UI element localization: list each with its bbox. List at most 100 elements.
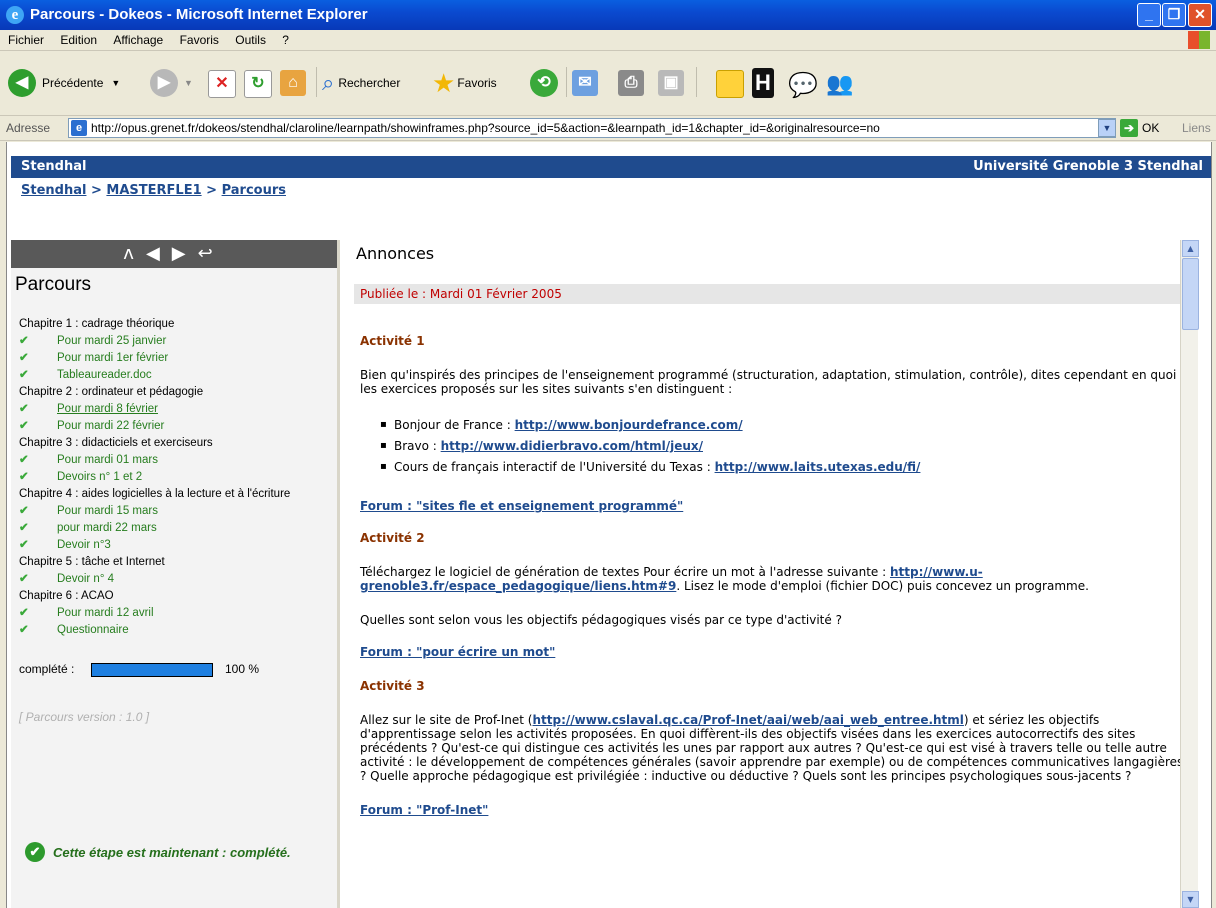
forward-dropdown-icon[interactable]: ▼ <box>184 78 193 88</box>
announcement-body: Activité 1 Bien qu'inspirés des principe… <box>360 334 1190 817</box>
links-label[interactable]: Liens <box>1182 121 1211 135</box>
checkmark-icon: ✔ <box>19 522 29 534</box>
history-icon[interactable]: ⟲ <box>530 69 558 97</box>
toc-item[interactable]: ✔ Pour mardi 8 février <box>19 401 334 418</box>
link-bonjourdefrance[interactable]: http://www.bonjourdefrance.com/ <box>515 418 743 432</box>
messenger-bubble-icon[interactable]: 💬 <box>788 71 818 100</box>
link-didierbravo[interactable]: http://www.didierbravo.com/html/jeux/ <box>441 439 703 453</box>
toc-item-label[interactable]: Questionnaire <box>57 624 129 636</box>
checkmark-icon: ✔ <box>19 505 29 517</box>
toc-item-label[interactable]: Devoirs n° 1 et 2 <box>57 471 142 483</box>
toc-item[interactable]: ✔ Devoirs n° 1 et 2 <box>19 469 334 486</box>
menu-edition[interactable]: Edition <box>52 30 102 47</box>
checkmark-icon: ✔ <box>19 352 29 364</box>
favorites-label: Favoris <box>457 76 497 90</box>
toc-item[interactable]: ✔ Pour mardi 12 avril <box>19 605 334 622</box>
version-label: [ Parcours version : 1.0 ] <box>19 710 150 724</box>
menu-fichier[interactable]: Fichier <box>0 30 49 47</box>
link-laits-utexas[interactable]: http://www.laits.utexas.edu/fi/ <box>715 460 921 474</box>
toc-item[interactable]: ✔ Pour mardi 15 mars <box>19 503 334 520</box>
trail-icon[interactable]: ᴧ <box>123 243 146 264</box>
back-arrow-icon[interactable]: ◀ <box>146 243 172 264</box>
address-url[interactable]: http://opus.grenet.fr/dokeos/stendhal/cl… <box>91 121 880 135</box>
breadcrumb-parcours[interactable]: Parcours <box>222 183 286 198</box>
forward-arrow-icon[interactable]: ▶ <box>172 243 198 264</box>
toc-item-label[interactable]: Devoir n° 4 <box>57 573 114 585</box>
edit-icon[interactable]: ▣ <box>658 70 684 96</box>
scroll-down-icon[interactable]: ▼ <box>1182 891 1199 908</box>
window-titlebar: e Parcours - Dokeos - Microsoft Internet… <box>0 0 1216 30</box>
activity-2-text: Téléchargez le logiciel de génération de… <box>360 565 1190 593</box>
toc-item-label[interactable]: Pour mardi 1er février <box>57 352 168 364</box>
toc-item-label[interactable]: Pour mardi 8 février <box>57 403 158 415</box>
toc-item[interactable]: ✔ Tableaureader.doc <box>19 367 334 384</box>
activity-3-text: Allez sur le site de Prof-Inet (http://w… <box>360 713 1190 783</box>
print-icon[interactable]: ⎙ <box>618 70 644 96</box>
scroll-thumb[interactable] <box>1182 258 1199 330</box>
menu-favoris[interactable]: Favoris <box>172 30 224 47</box>
toc-item[interactable]: ✔ Pour mardi 25 janvier <box>19 333 334 350</box>
toc-item[interactable]: ✔ Devoir n°3 <box>19 537 334 554</box>
toc-item-label[interactable]: Devoir n°3 <box>57 539 111 551</box>
home-icon[interactable]: ⌂ <box>280 70 306 96</box>
breadcrumb: Stendhal > MASTERFLE1 > Parcours <box>21 183 286 198</box>
toc-item[interactable]: ✔ pour mardi 22 mars <box>19 520 334 537</box>
toc-item-label[interactable]: Pour mardi 01 mars <box>57 454 158 466</box>
page-viewport: Stendhal Université Grenoble 3 Stendhal … <box>6 142 1212 908</box>
forum-link-3[interactable]: Forum : "Prof-Inet" <box>360 803 488 817</box>
toc-item[interactable]: ✔ Devoir n° 4 <box>19 571 334 588</box>
refresh-icon[interactable]: ↻ <box>244 70 272 98</box>
breadcrumb-masterfle1[interactable]: MASTERFLE1 <box>106 183 201 198</box>
favorites-button[interactable]: ★ Favoris <box>432 65 497 101</box>
toc-item-label[interactable]: Pour mardi 22 février <box>57 420 164 432</box>
back-arrow-icon: ◀ <box>8 69 36 97</box>
toc-chapter: Chapitre 5 : tâche et Internet <box>19 556 165 568</box>
menu-help[interactable]: ? <box>274 30 294 47</box>
address-field[interactable]: e http://opus.grenet.fr/dokeos/stendhal/… <box>68 118 1116 138</box>
close-button[interactable]: ✕ <box>1188 3 1212 27</box>
site-banner: Stendhal Université Grenoble 3 Stendhal <box>11 156 1211 178</box>
link-prof-inet[interactable]: http://www.cslaval.qc.ca/Prof-Inet/aai/w… <box>532 713 963 727</box>
scroll-up-icon[interactable]: ▲ <box>1182 240 1199 257</box>
toc-item-label[interactable]: Pour mardi 15 mars <box>57 505 158 517</box>
back-button[interactable]: ◀ Précédente ▼ <box>8 65 120 101</box>
menu-affichage[interactable]: Affichage <box>105 30 168 47</box>
toc-item[interactable]: ✔ Pour mardi 22 février <box>19 418 334 435</box>
h-icon[interactable]: H <box>752 68 774 98</box>
toc-item-label[interactable]: pour mardi 22 mars <box>57 522 157 534</box>
content-scrollbar[interactable]: ▲ ▼ <box>1180 240 1199 908</box>
forward-button[interactable]: ▶ ▼ <box>150 65 193 101</box>
return-icon[interactable]: ↩ <box>198 243 225 264</box>
toc-item-label[interactable]: Pour mardi 25 janvier <box>57 335 166 347</box>
forum-link-1[interactable]: Forum : "sites fle et enseignement progr… <box>360 499 683 513</box>
toc-item-label[interactable]: Pour mardi 12 avril <box>57 607 154 619</box>
forum-link-2[interactable]: Forum : "pour écrire un mot" <box>360 645 555 659</box>
search-button[interactable]: ⌕ Rechercher <box>322 65 400 101</box>
maximize-button[interactable]: ❐ <box>1162 3 1186 27</box>
breadcrumb-stendhal[interactable]: Stendhal <box>21 183 86 198</box>
progress-percent: 100 % <box>225 662 260 676</box>
toc-item[interactable]: ✔ Pour mardi 01 mars <box>19 452 334 469</box>
toc-list: Chapitre 1 : cadrage théorique ✔ Pour mard… <box>19 316 334 639</box>
notes-icon[interactable] <box>716 70 744 98</box>
menu-outils[interactable]: Outils <box>227 30 271 47</box>
windows-logo-icon <box>1188 31 1210 49</box>
breadcrumb-separator: > <box>201 183 222 198</box>
completion-status: ✔ Cette étape est maintenant : complété. <box>25 842 291 862</box>
activity-1-text: Bien qu'inspirés des principes de l'ense… <box>360 368 1177 396</box>
toc-item[interactable]: ✔ Questionnaire <box>19 622 334 639</box>
activity-2-text-a: Téléchargez le logiciel de génération de… <box>360 565 890 579</box>
progress-bar <box>91 663 213 677</box>
go-label[interactable]: OK <box>1142 121 1159 135</box>
toc-item[interactable]: ✔ Pour mardi 1er février <box>19 350 334 367</box>
toc-item-label[interactable]: Tableaureader.doc <box>57 369 152 381</box>
stop-icon[interactable]: ✕ <box>208 70 236 98</box>
messenger-people-icon[interactable]: 👥 <box>826 71 853 97</box>
minimize-button[interactable]: _ <box>1137 3 1161 27</box>
go-arrow-icon[interactable]: ➔ <box>1120 119 1138 137</box>
mail-icon[interactable]: ✉ <box>572 70 598 96</box>
checkmark-icon: ✔ <box>19 454 29 466</box>
back-dropdown-icon[interactable]: ▼ <box>111 78 120 88</box>
address-dropdown-icon[interactable]: ▼ <box>1098 119 1116 137</box>
toolbar-separator <box>316 67 317 97</box>
